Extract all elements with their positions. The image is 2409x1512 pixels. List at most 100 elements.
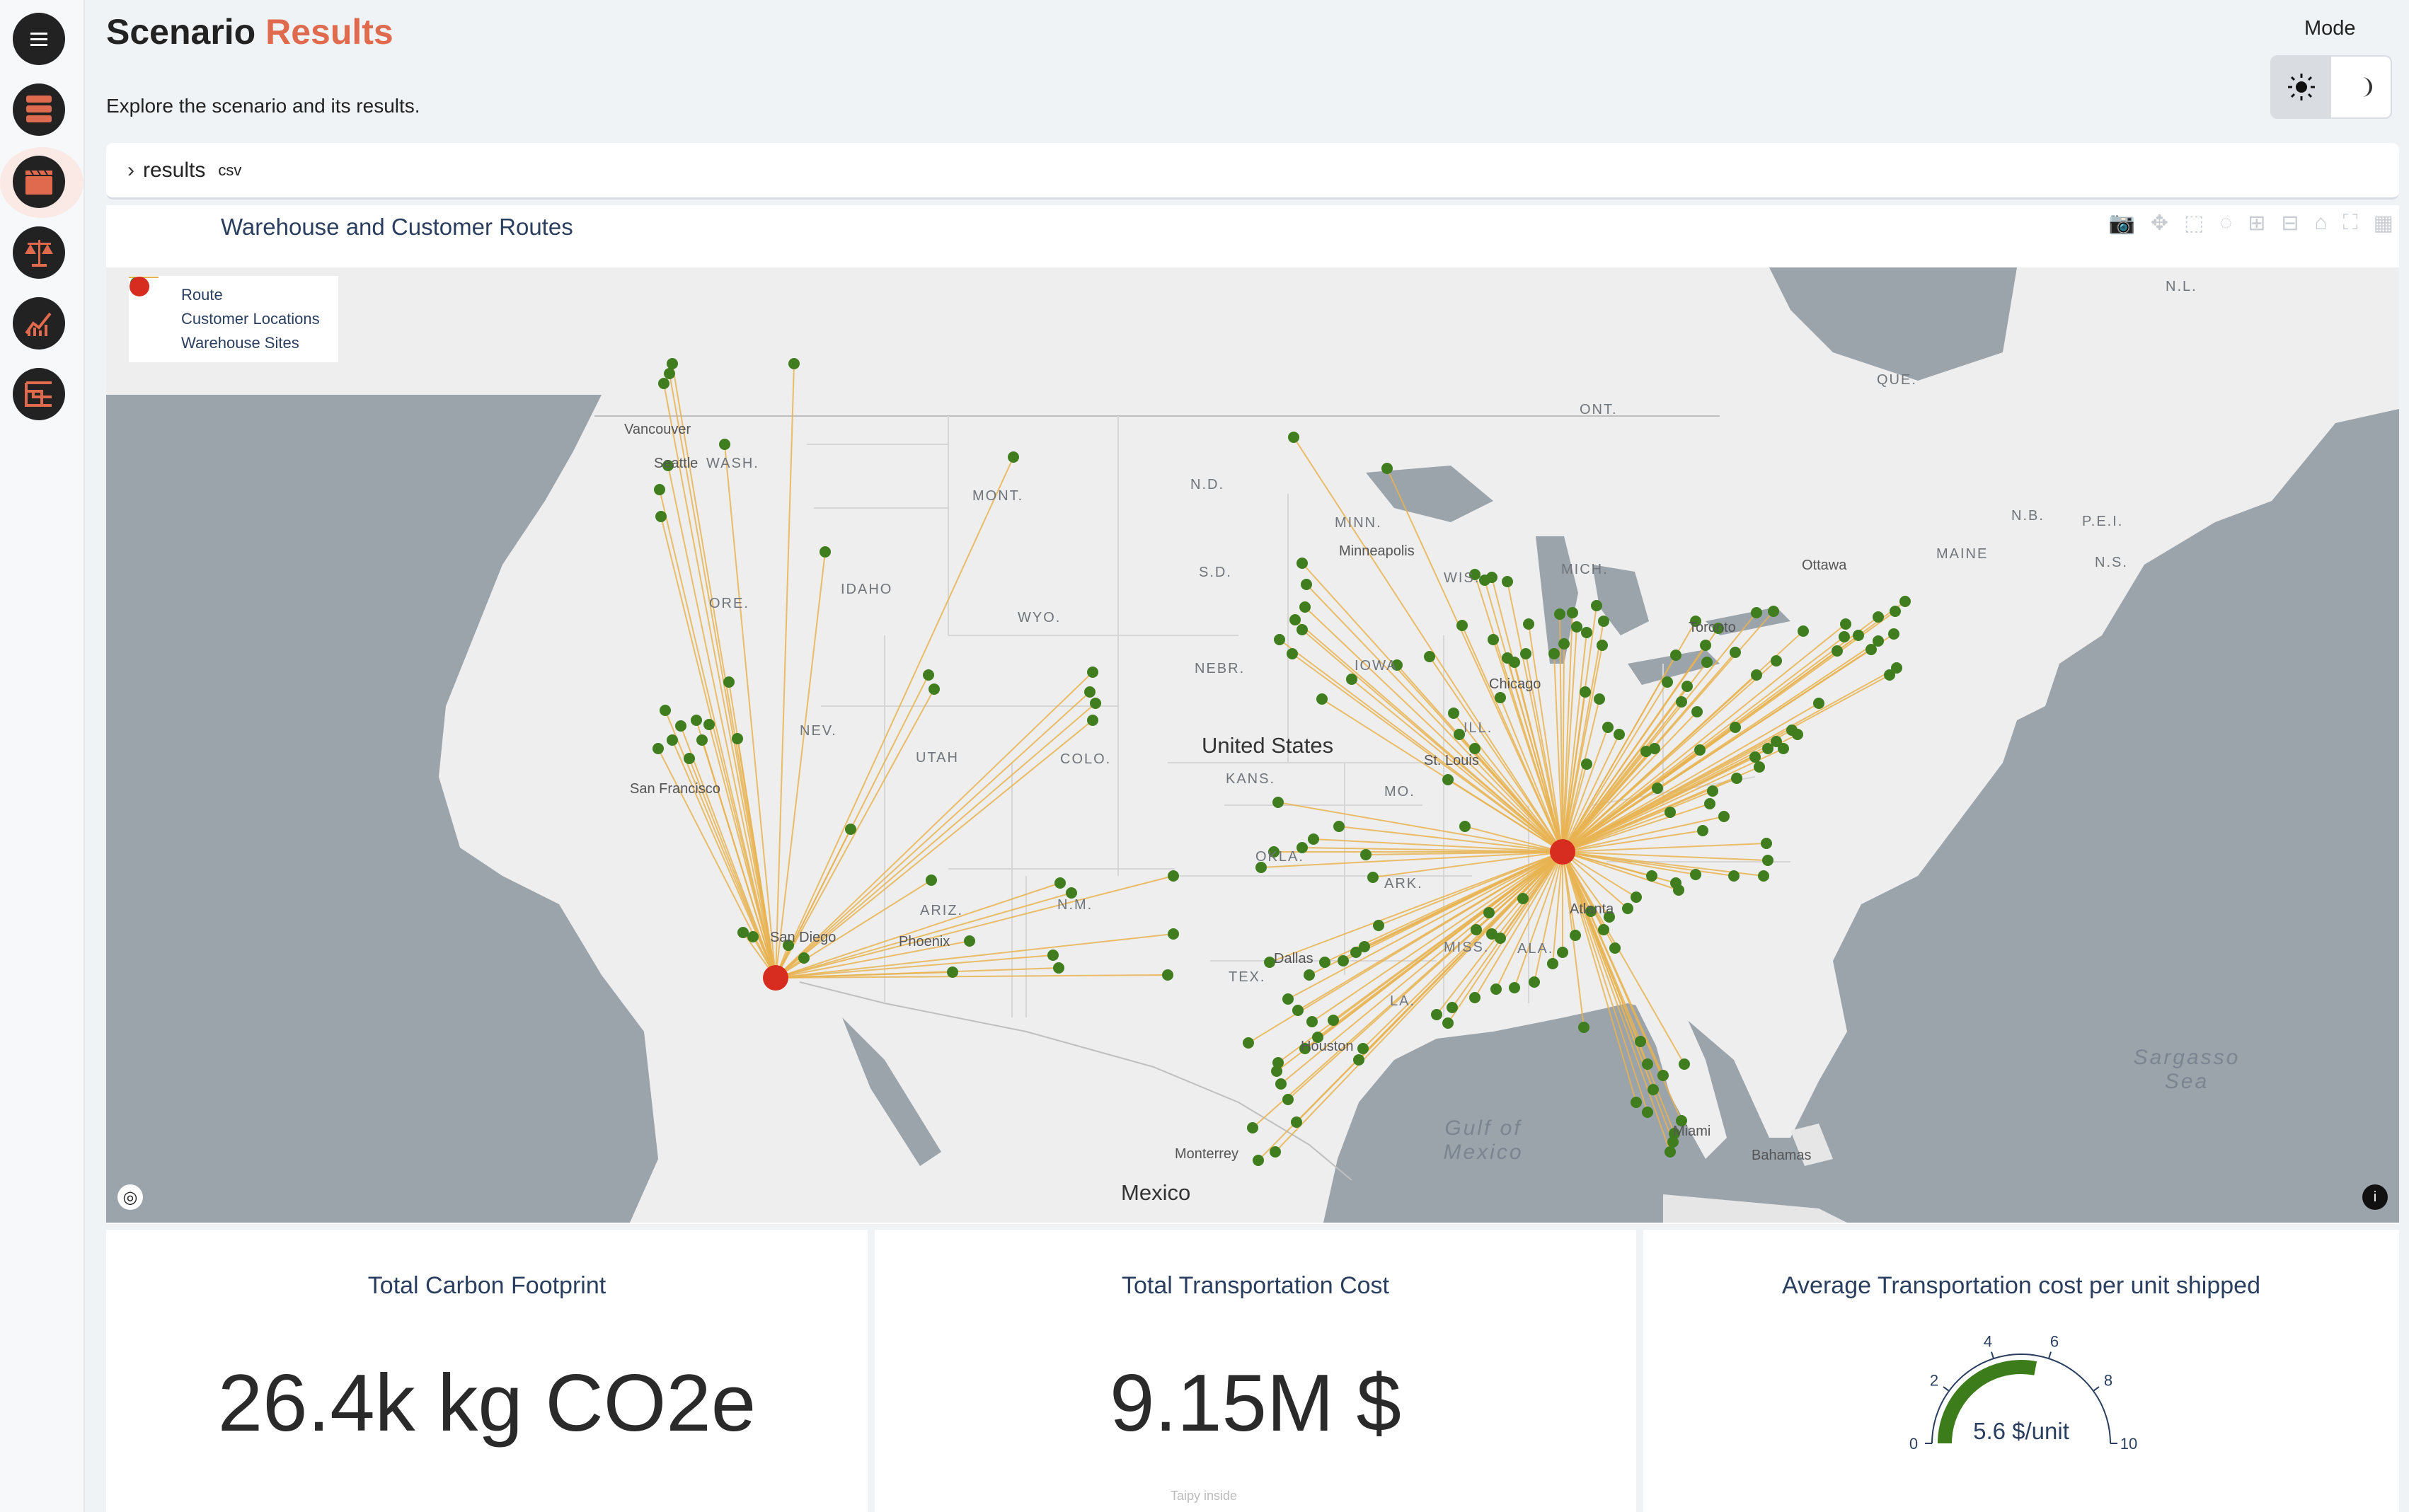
customer-location-marker[interactable] — [1520, 648, 1531, 659]
customer-location-marker[interactable] — [1758, 870, 1769, 882]
customer-location-marker[interactable] — [658, 378, 669, 389]
customer-location-marker[interactable] — [1707, 785, 1718, 797]
customer-location-marker[interactable] — [1168, 928, 1179, 940]
customer-location-marker[interactable] — [1652, 783, 1663, 794]
camera-icon[interactable]: 📷 — [2109, 211, 2135, 236]
customer-location-marker[interactable] — [1087, 666, 1098, 678]
customer-location-marker[interactable] — [655, 511, 667, 522]
plotly-logo-icon[interactable]: ▦ — [2374, 211, 2393, 236]
customer-location-marker[interactable] — [964, 935, 975, 947]
customer-location-marker[interactable] — [1373, 920, 1384, 931]
legend-customers[interactable]: Customer Locations — [130, 277, 328, 331]
home-icon[interactable]: ⌂ — [2315, 211, 2328, 236]
customer-location-marker[interactable] — [1308, 833, 1319, 845]
customer-location-marker[interactable] — [1459, 821, 1471, 832]
customer-location-marker[interactable] — [1357, 1043, 1369, 1054]
route-map[interactable]: Route Customer Locations Warehouse Sites… — [106, 267, 2399, 1223]
customer-location-marker[interactable] — [1697, 825, 1708, 836]
customer-location-marker[interactable] — [1054, 877, 1066, 889]
customer-location-marker[interactable] — [1471, 924, 1482, 935]
customer-location-marker[interactable] — [1442, 1017, 1454, 1029]
customer-location-marker[interactable] — [1490, 983, 1502, 995]
customer-location-marker[interactable] — [1728, 870, 1740, 882]
customer-location-marker[interactable] — [923, 669, 934, 681]
dark-mode-option[interactable] — [2331, 57, 2391, 117]
customer-location-marker[interactable] — [1602, 722, 1614, 733]
customer-location-marker[interactable] — [1297, 558, 1308, 569]
customer-location-marker[interactable] — [1274, 634, 1285, 645]
customer-location-marker[interactable] — [1718, 811, 1730, 822]
customer-location-marker[interactable] — [1381, 463, 1393, 474]
customer-location-marker[interactable] — [1594, 693, 1605, 705]
customer-location-marker[interactable] — [1554, 608, 1565, 620]
customer-location-marker[interactable] — [1360, 849, 1372, 860]
customer-location-marker[interactable] — [652, 743, 664, 754]
customer-location-marker[interactable] — [1754, 761, 1765, 773]
customer-location-marker[interactable] — [1657, 1070, 1669, 1081]
customer-location-marker[interactable] — [1762, 855, 1773, 866]
warehouse-site-marker[interactable] — [1550, 839, 1575, 865]
light-mode-option[interactable] — [2272, 57, 2331, 117]
customer-location-marker[interactable] — [1288, 432, 1299, 443]
customer-location-marker[interactable] — [1486, 572, 1497, 583]
customer-location-marker[interactable] — [1333, 821, 1345, 832]
customer-location-marker[interactable] — [1771, 655, 1782, 666]
customer-location-marker[interactable] — [1662, 676, 1673, 688]
customer-location-marker[interactable] — [1509, 982, 1520, 993]
customer-location-marker[interactable] — [1751, 607, 1762, 618]
customer-location-marker[interactable] — [703, 719, 715, 730]
customer-location-marker[interactable] — [1665, 807, 1676, 818]
customer-location-marker[interactable] — [1890, 606, 1901, 617]
legend-warehouses[interactable]: Warehouse Sites — [130, 277, 328, 355]
customer-location-marker[interactable] — [1609, 942, 1621, 954]
customer-location-marker[interactable] — [1306, 1016, 1318, 1027]
customer-location-marker[interactable] — [1761, 838, 1772, 849]
customer-location-marker[interactable] — [1346, 674, 1357, 685]
customer-location-marker[interactable] — [1301, 579, 1312, 590]
customer-location-marker[interactable] — [1622, 903, 1633, 914]
customer-location-marker[interactable] — [1649, 743, 1660, 754]
customer-location-marker[interactable] — [1275, 1078, 1287, 1090]
customer-location-marker[interactable] — [747, 931, 759, 942]
customer-location-marker[interactable] — [696, 734, 708, 746]
customer-location-marker[interactable] — [660, 705, 671, 716]
customer-location-marker[interactable] — [1299, 601, 1311, 613]
legend-route[interactable]: Route — [129, 277, 328, 307]
reset-icon[interactable]: ⛶ — [2343, 211, 2358, 236]
scenario-nav[interactable] — [13, 156, 65, 208]
customer-location-marker[interactable] — [1488, 634, 1499, 645]
customer-location-marker[interactable] — [1447, 1002, 1458, 1013]
customer-location-marker[interactable] — [1873, 611, 1884, 623]
customer-location-marker[interactable] — [737, 927, 749, 938]
customer-location-marker[interactable] — [1614, 729, 1625, 740]
customer-location-marker[interactable] — [1581, 758, 1592, 770]
customer-location-marker[interactable] — [1635, 1036, 1646, 1047]
customer-location-marker[interactable] — [1495, 692, 1506, 703]
customer-location-marker[interactable] — [1631, 1097, 1642, 1108]
customer-location-marker[interactable] — [1047, 950, 1059, 961]
customer-location-marker[interactable] — [1548, 648, 1560, 659]
customer-location-marker[interactable] — [1523, 618, 1534, 630]
customer-location-marker[interactable] — [1642, 1107, 1653, 1118]
customer-location-marker[interactable] — [1291, 1116, 1302, 1128]
customer-location-marker[interactable] — [1529, 976, 1540, 988]
customer-location-marker[interactable] — [1598, 616, 1609, 627]
customer-location-marker[interactable] — [1424, 651, 1435, 662]
customer-location-marker[interactable] — [1778, 743, 1789, 754]
customer-location-marker[interactable] — [1665, 1146, 1676, 1158]
customer-location-marker[interactable] — [664, 368, 675, 379]
customer-location-marker[interactable] — [1681, 681, 1693, 692]
customer-location-marker[interactable] — [732, 733, 743, 744]
customer-location-marker[interactable] — [947, 966, 958, 978]
customer-location-marker[interactable] — [1282, 993, 1294, 1005]
customer-location-marker[interactable] — [1853, 630, 1864, 641]
customer-location-marker[interactable] — [1247, 1122, 1258, 1133]
customer-location-marker[interactable] — [675, 720, 686, 732]
results-expander[interactable]: › results csv — [106, 143, 2399, 200]
customer-location-marker[interactable] — [684, 753, 695, 764]
zoom-in-icon[interactable]: ⊞ — [2248, 211, 2265, 236]
customer-location-marker[interactable] — [1469, 992, 1481, 1003]
customer-location-marker[interactable] — [1567, 607, 1578, 618]
customer-location-marker[interactable] — [1517, 893, 1529, 904]
data-node-nav[interactable] — [13, 83, 65, 136]
